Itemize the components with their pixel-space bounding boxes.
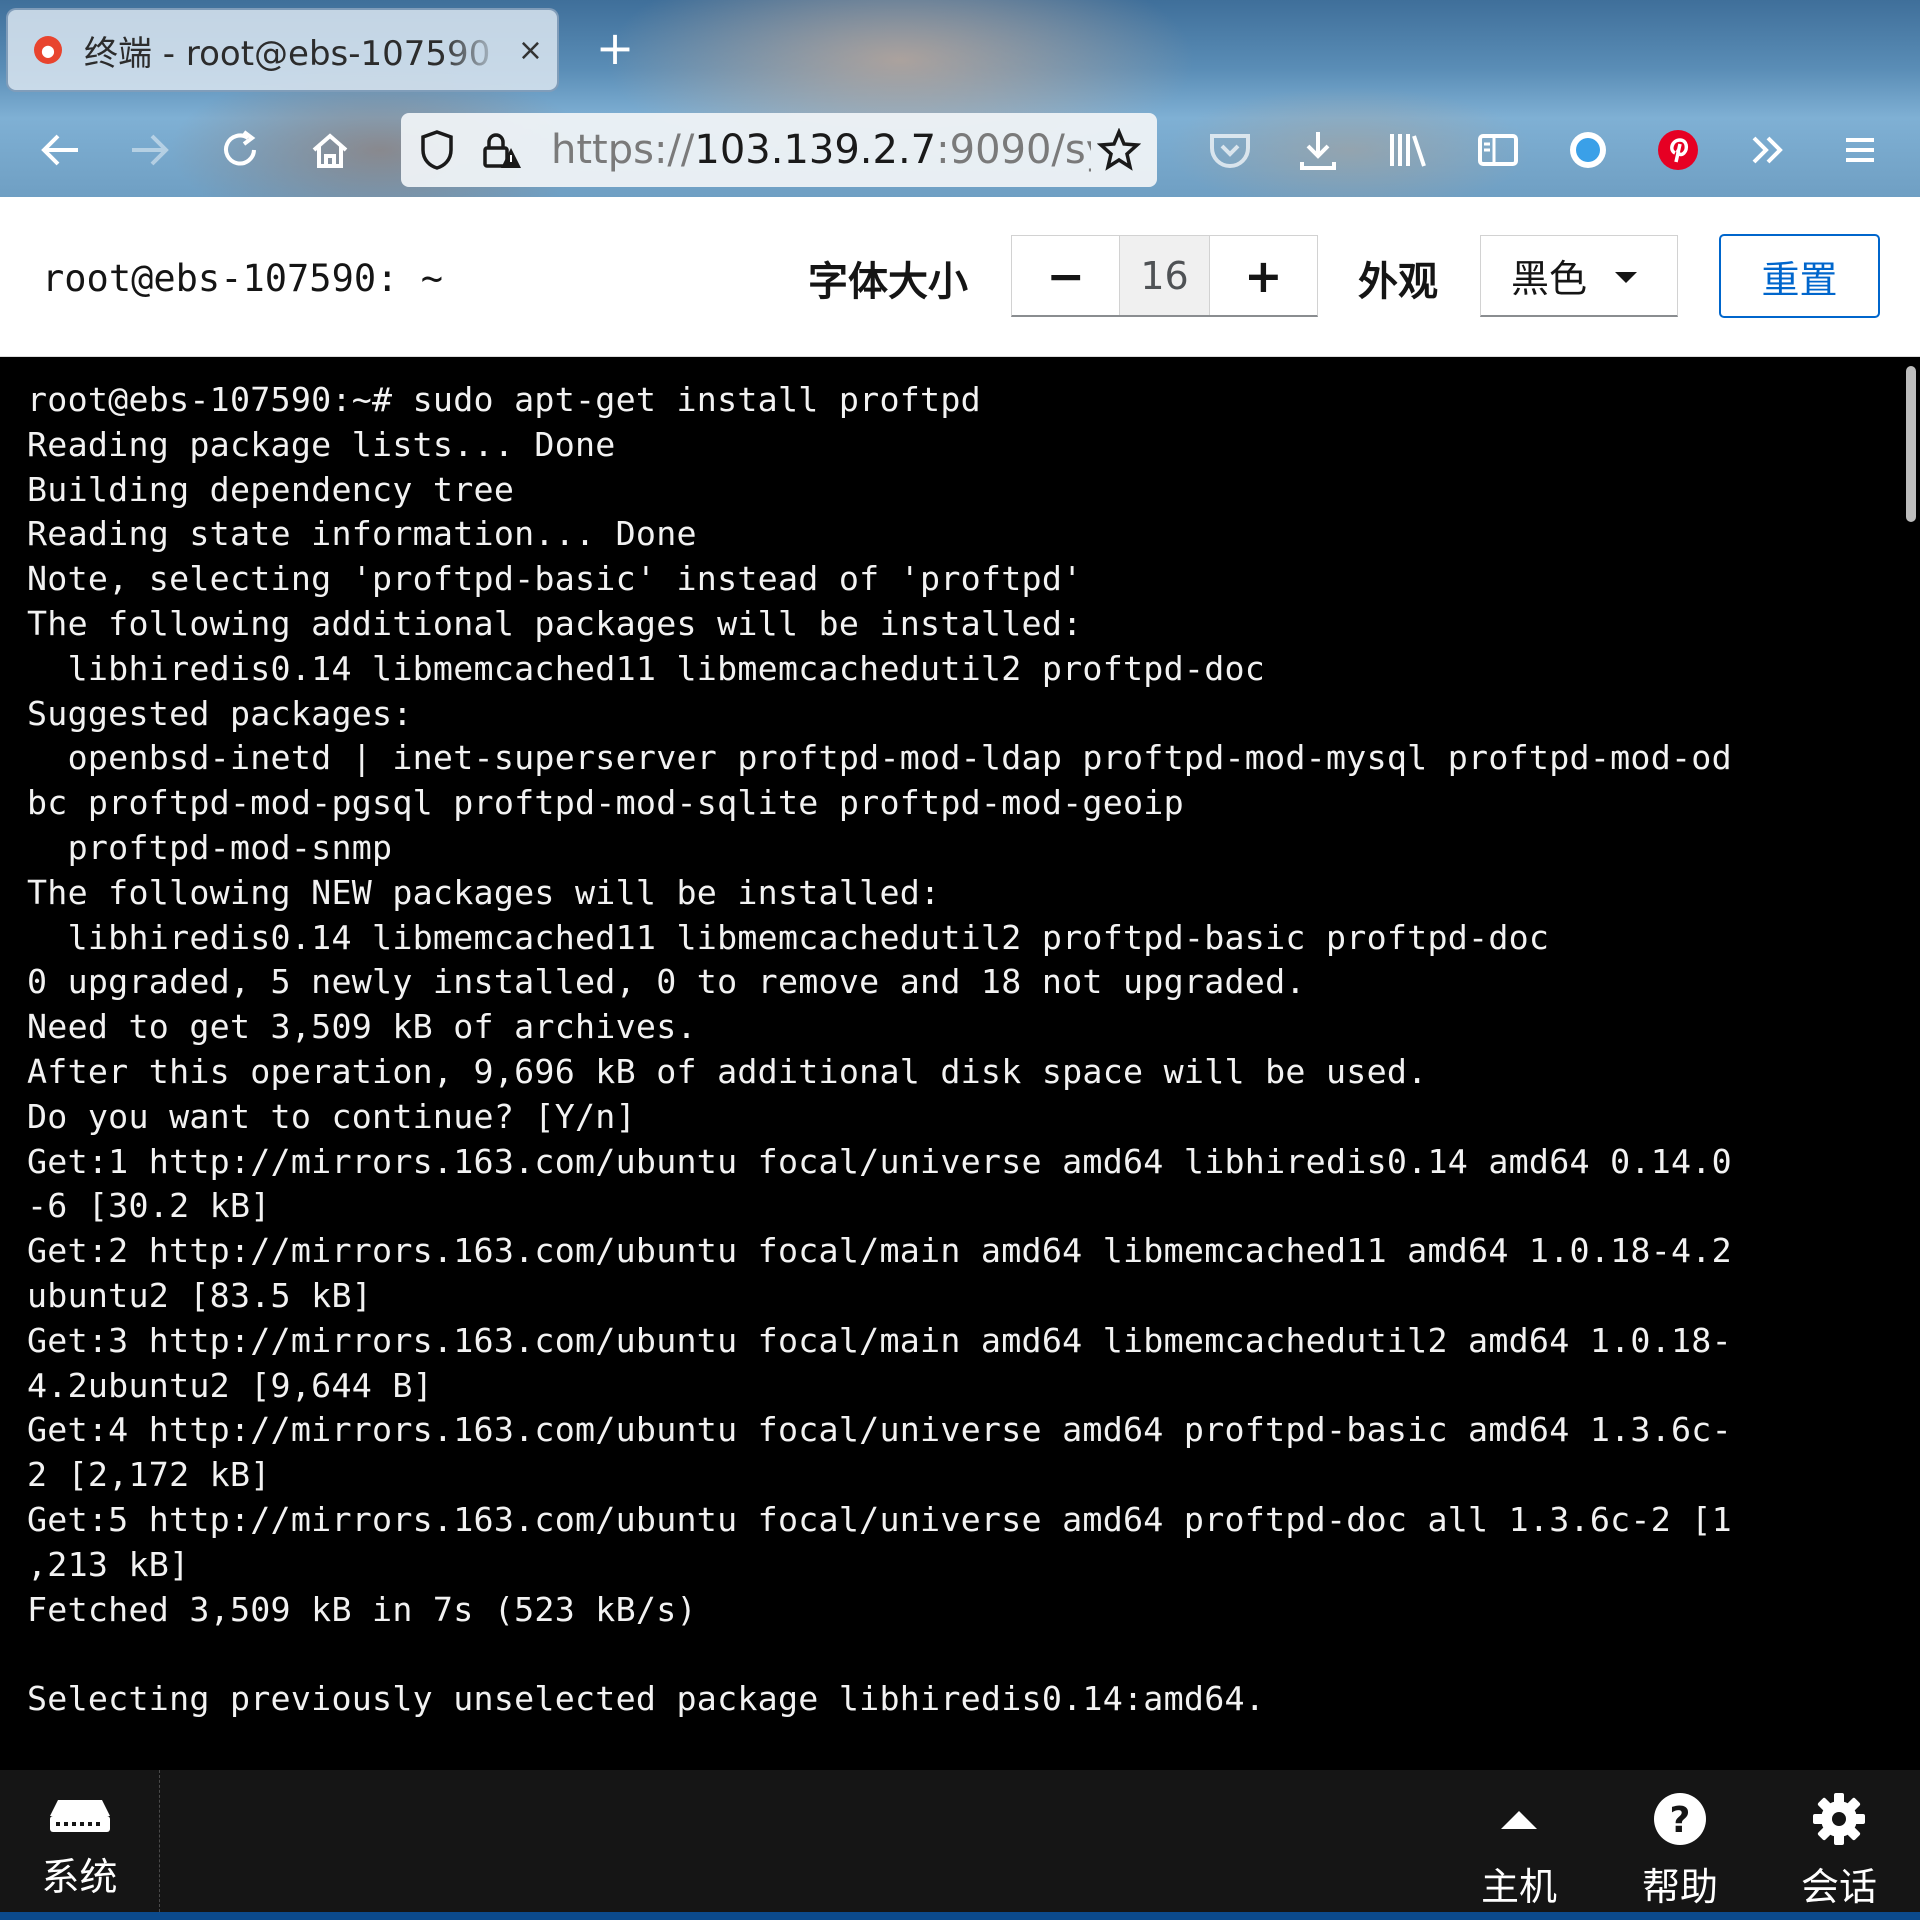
terminal-line: Get:5 http://mirrors.163.com/ubuntu foca… (27, 1499, 1732, 1539)
host-label: 主机 (1480, 1865, 1557, 1909)
more-tools-button[interactable] (1740, 122, 1796, 178)
terminal-line: -6 [30.2 kB] (27, 1186, 271, 1226)
terminal-line: Reading package lists... Done (27, 424, 616, 464)
host-button[interactable]: 主机 (1454, 1770, 1584, 1912)
terminal-line: ,213 kB] (27, 1544, 190, 1584)
lock-warning-icon[interactable] (479, 128, 523, 172)
pinterest-icon (1658, 130, 1698, 170)
sidebar-button[interactable] (1470, 122, 1526, 178)
terminal-line: ubuntu2 [83.5 kB] (27, 1275, 373, 1315)
pocket-icon (1210, 134, 1250, 168)
font-size-stepper: − 16 + (1011, 235, 1318, 317)
terminal-output: root@ebs-107590:~# sudo apt-get install … (27, 378, 1887, 1722)
tab-terminal[interactable]: ● 终端 - root@ebs-107590 × (6, 8, 559, 92)
forward-arrow-icon (132, 134, 169, 166)
bottom-nav: 系统 主机 ? 帮助 会话 (0, 1770, 1920, 1920)
system-label: 系统 (41, 1855, 118, 1899)
cockpit-favicon-icon: ● (34, 36, 62, 64)
terminal-line: Get:1 http://mirrors.163.com/ubuntu foca… (27, 1141, 1732, 1181)
terminal-line: Suggested packages: (27, 693, 413, 733)
terminal-line: Reading state information... Done (27, 514, 697, 554)
terminal-line: Get:3 http://mirrors.163.com/ubuntu foca… (27, 1320, 1732, 1360)
terminal-line: After this operation, 9,696 kB of additi… (27, 1051, 1428, 1091)
font-size-decrease-button[interactable]: − (1012, 236, 1120, 315)
system-button[interactable]: 系统 (0, 1770, 160, 1912)
library-button[interactable] (1380, 122, 1436, 178)
url-scheme: https:// (551, 127, 695, 173)
terminal-line: Fetched 3,509 kB in 7s (523 kB/s) (27, 1589, 697, 1629)
back-button[interactable] (32, 122, 88, 178)
reload-icon (224, 130, 256, 166)
back-arrow-icon (41, 134, 78, 166)
terminal-line: openbsd-inetd | inet-superserver proftpd… (27, 738, 1732, 778)
terminal-line: proftpd-mod-snmp (27, 827, 393, 867)
hamburger-menu-icon (1846, 138, 1874, 162)
tab-close-icon[interactable]: × (518, 33, 543, 68)
terminal-line: The following NEW packages will be insta… (27, 872, 941, 912)
terminal-line: libhiredis0.14 libmemcached11 libmemcach… (27, 648, 1266, 688)
menu-button[interactable] (1832, 122, 1888, 178)
address-bar[interactable]: https://103.139.2.7:9090/sy (401, 113, 1157, 187)
appearance-label: 外观 (1358, 259, 1438, 305)
pocket-button[interactable] (1202, 122, 1258, 178)
browser-chrome: ● 终端 - root@ebs-107590 × + https://103.1… (0, 0, 1920, 197)
sidebar-icon (1478, 134, 1518, 166)
bookmark-star-icon[interactable] (1097, 128, 1141, 172)
font-size-label: 字体大小 (808, 259, 968, 305)
library-icon (1390, 134, 1426, 167)
home-icon (312, 133, 348, 168)
forward-button[interactable] (122, 122, 178, 178)
shield-icon[interactable] (417, 128, 457, 172)
caret-down-icon (1615, 272, 1637, 283)
terminal-toolbar: root@ebs-107590: ~ 字体大小 − 16 + 外观 黑色 重置 (0, 197, 1920, 357)
terminal-host-title: root@ebs-107590: ~ (42, 257, 443, 300)
caret-up-icon (1499, 1790, 1539, 1848)
terminal-line: bc proftpd-mod-pgsql proftpd-mod-sqlite … (27, 783, 1184, 823)
appearance-select[interactable]: 黑色 (1480, 235, 1678, 317)
bottom-accent-bar (0, 1912, 1920, 1920)
font-size-value[interactable]: 16 (1119, 236, 1210, 315)
terminal-line: 0 upgraded, 5 newly installed, 0 to remo… (27, 962, 1306, 1002)
reset-button[interactable]: 重置 (1719, 234, 1880, 318)
terminal-line: The following additional packages will b… (27, 603, 1083, 643)
url-path: :9090/sy (936, 127, 1091, 173)
terminal-line: Note, selecting 'proftpd-basic' instead … (27, 559, 1083, 599)
help-button[interactable]: ? 帮助 (1615, 1770, 1745, 1912)
downloads-button[interactable] (1290, 122, 1346, 178)
reload-button[interactable] (212, 122, 268, 178)
help-circle-icon: ? (1652, 1790, 1708, 1848)
tab-title: 终端 - root@ebs-107590 (84, 33, 491, 74)
font-size-increase-button[interactable]: + (1209, 236, 1318, 315)
terminal-line: Get:2 http://mirrors.163.com/ubuntu foca… (27, 1231, 1732, 1271)
svg-text:?: ? (1670, 1800, 1691, 1841)
session-label: 会话 (1800, 1865, 1877, 1909)
terminal-line: Selecting previously unselected package … (27, 1679, 1266, 1719)
extension-ring-icon (1570, 132, 1606, 168)
terminal-line: Building dependency tree (27, 469, 515, 509)
appearance-selected-value: 黑色 (1511, 257, 1588, 301)
pinterest-button[interactable] (1650, 122, 1706, 178)
chevron-double-right-icon (1752, 136, 1783, 164)
terminal-line: 4.2ubuntu2 [9,644 B] (27, 1365, 433, 1405)
server-icon (49, 1800, 110, 1832)
terminal-line: 2 [2,172 kB] (27, 1455, 271, 1495)
new-tab-button[interactable]: + (590, 18, 640, 78)
url-host: 103.139.2.7 (694, 127, 937, 173)
gear-icon (1811, 1790, 1867, 1848)
terminal-line: Get:4 http://mirrors.163.com/ubuntu foca… (27, 1410, 1732, 1450)
terminal-line: root@ebs-107590:~# sudo apt-get install … (27, 380, 981, 419)
download-icon (1300, 132, 1336, 170)
terminal-line: libhiredis0.14 libmemcached11 libmemcach… (27, 917, 1550, 957)
terminal-scrollbar[interactable] (1906, 366, 1916, 522)
terminal-line: Do you want to continue? [Y/n] (27, 1096, 636, 1136)
tab-strip: ● 终端 - root@ebs-107590 × + (0, 0, 1920, 100)
terminal-screen[interactable]: root@ebs-107590:~# sudo apt-get install … (0, 358, 1920, 1770)
extension-button[interactable] (1560, 122, 1616, 178)
help-label: 帮助 (1641, 1865, 1718, 1909)
terminal-line: Need to get 3,509 kB of archives. (27, 1007, 697, 1047)
url-text: https://103.139.2.7:9090/sy (551, 127, 1091, 173)
home-button[interactable] (302, 122, 358, 178)
session-button[interactable]: 会话 (1774, 1770, 1904, 1912)
